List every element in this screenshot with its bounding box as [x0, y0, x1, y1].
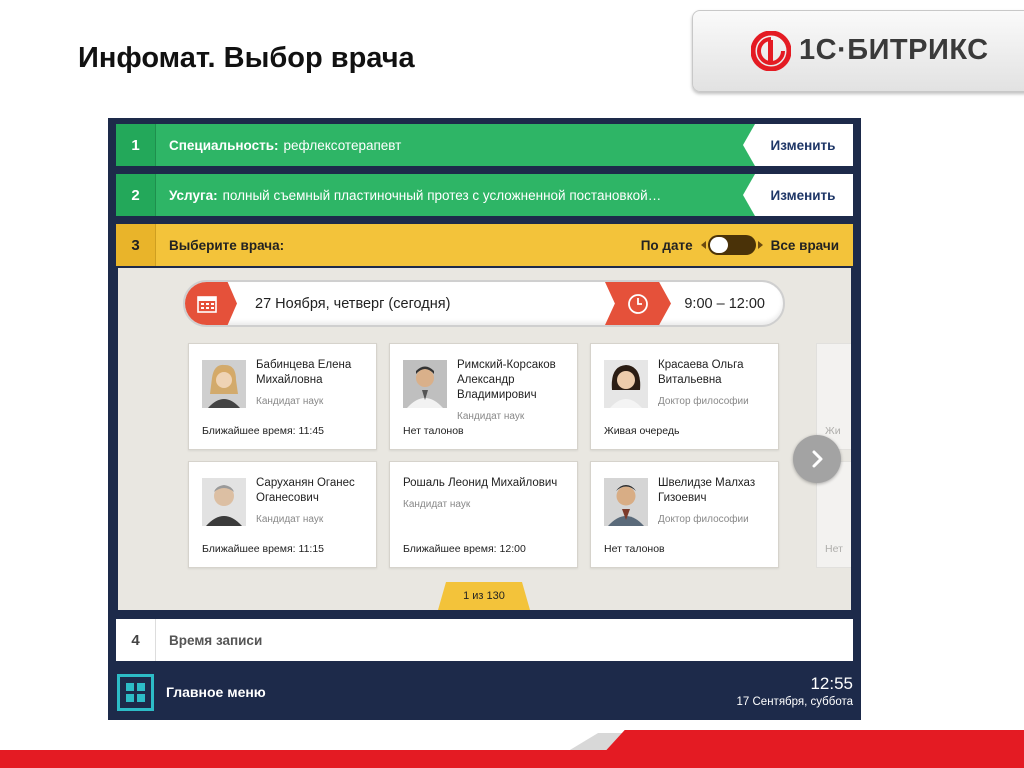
toggle-label-all-doctors[interactable]: Все врачи [771, 238, 839, 253]
doctor-card[interactable]: Римский-Корсаков Александр Владимирович … [389, 343, 578, 450]
doctor-card[interactable]: Швелидзе Малхаз Гизоевич Доктор философи… [590, 461, 779, 568]
logo-text: 1С·БИТРИКС [799, 34, 989, 66]
nearest-slot: Нет талонов [403, 425, 464, 437]
doctor-degree: Кандидат наук [457, 411, 525, 422]
change-service-button[interactable]: Изменить [743, 174, 853, 216]
nearest-slot: Ближайшее время: 11:45 [202, 425, 325, 437]
current-date: 17 Сентября, суббота [736, 696, 853, 708]
doctor-degree: Доктор философии [658, 396, 749, 407]
next-page-button[interactable] [793, 435, 841, 483]
current-time: 12:55 [810, 674, 853, 693]
doctor-degree: Кандидат наук [256, 396, 324, 407]
doctor-photo [202, 478, 246, 526]
chevron-right-icon [812, 450, 823, 468]
main-menu-link[interactable]: Главное меню [166, 684, 266, 700]
kiosk-footer: Главное меню 12:55 17 Сентября, суббота [108, 666, 861, 720]
selected-time-range[interactable]: 9:00 – 12:00 [684, 282, 765, 325]
sort-toggle-group: По дате Все врачи [641, 224, 839, 266]
doctor-selection-panel: 27 Ноября, четверг (сегодня) 9:00 – 12:0… [118, 268, 851, 610]
step-label: Время записи [169, 632, 263, 648]
doctor-degree: Кандидат наук [403, 499, 471, 510]
step-label: Специальность: [169, 137, 279, 153]
nearest-slot: Ближайшее время: 11:15 [202, 543, 325, 555]
step-number: 4 [116, 619, 156, 661]
step-number: 2 [116, 174, 156, 216]
doctor-photo [202, 360, 246, 408]
bitrix-logo-icon [751, 31, 791, 71]
brand-logo: 1С·БИТРИКС [692, 10, 1024, 92]
ghost-text: Нет [825, 543, 843, 555]
change-specialty-button[interactable]: Изменить [743, 124, 853, 166]
doctor-card[interactable]: Рошаль Леонид Михайлович Кандидат наук Б… [389, 461, 578, 568]
doctor-degree: Кандидат наук [256, 514, 324, 525]
doctor-name: Рошаль Леонид Михайлович [403, 477, 558, 489]
toggle-knob[interactable] [709, 237, 728, 253]
nearest-slot: Ближайшее время: 12:00 [403, 543, 526, 555]
toggle-track [707, 235, 756, 255]
doctor-photo [604, 360, 648, 408]
doctor-name: Саруханян Оганес Оганесович [256, 477, 355, 504]
step-value: полный съемный пластиночный протез с усл… [222, 187, 662, 203]
doctor-card[interactable]: Саруханян Оганес Оганесович Кандидат нау… [188, 461, 377, 568]
step-doctor: 3 Выберите врача: По дате Все врачи [116, 224, 853, 266]
arrow-left-icon [700, 241, 706, 249]
doctor-name: Швелидзе Малхаз Гизоевич [658, 477, 756, 504]
sort-toggle[interactable] [700, 233, 763, 257]
step-number: 1 [116, 124, 156, 166]
step-appointment-time[interactable]: 4 Время записи [116, 619, 853, 661]
doctor-card[interactable]: Бабинцева Елена Михайловна Кандидат наук… [188, 343, 377, 450]
clock-icon [628, 293, 648, 314]
next-page-card-preview: Жи [816, 343, 851, 450]
doctor-name: Красаева Ольга Витальевна [658, 359, 744, 386]
doctor-photo [403, 360, 447, 408]
toggle-label-by-date[interactable]: По дате [641, 238, 693, 253]
doctor-degree: Доктор философии [658, 514, 749, 525]
page-indicator: 1 из 130 [438, 582, 530, 610]
arrow-right-icon [757, 241, 763, 249]
decorative-stripe [0, 750, 1024, 768]
doctor-card[interactable]: Красаева Ольга Витальевна Доктор философ… [590, 343, 779, 450]
step-specialty: 1 Специальность: рефлексотерапевт Измени… [116, 124, 853, 166]
calendar-icon [197, 295, 217, 313]
doctor-photo [604, 478, 648, 526]
kiosk-screen: 1 Специальность: рефлексотерапевт Измени… [108, 118, 861, 720]
time-button[interactable] [605, 282, 671, 325]
step-number: 3 [116, 224, 156, 266]
doctor-name: Римский-Корсаков Александр Владимирович [457, 359, 556, 401]
ghost-text: Жи [825, 425, 841, 437]
slide-title: Инфомат. Выбор врача [78, 42, 415, 74]
step-label: Услуга: [169, 187, 218, 203]
grid-menu-icon[interactable] [117, 674, 154, 711]
selected-date[interactable]: 27 Ноября, четверг (сегодня) [255, 282, 450, 325]
date-time-bar: 27 Ноября, четверг (сегодня) 9:00 – 12:0… [183, 280, 785, 327]
step-service: 2 Услуга: полный съемный пластиночный пр… [116, 174, 853, 216]
nearest-slot: Нет талонов [604, 543, 665, 555]
nearest-slot: Живая очередь [604, 425, 680, 437]
calendar-button[interactable] [185, 282, 237, 325]
doctor-name: Бабинцева Елена Михайловна [256, 359, 352, 386]
step-value: рефлексотерапевт [283, 137, 402, 153]
